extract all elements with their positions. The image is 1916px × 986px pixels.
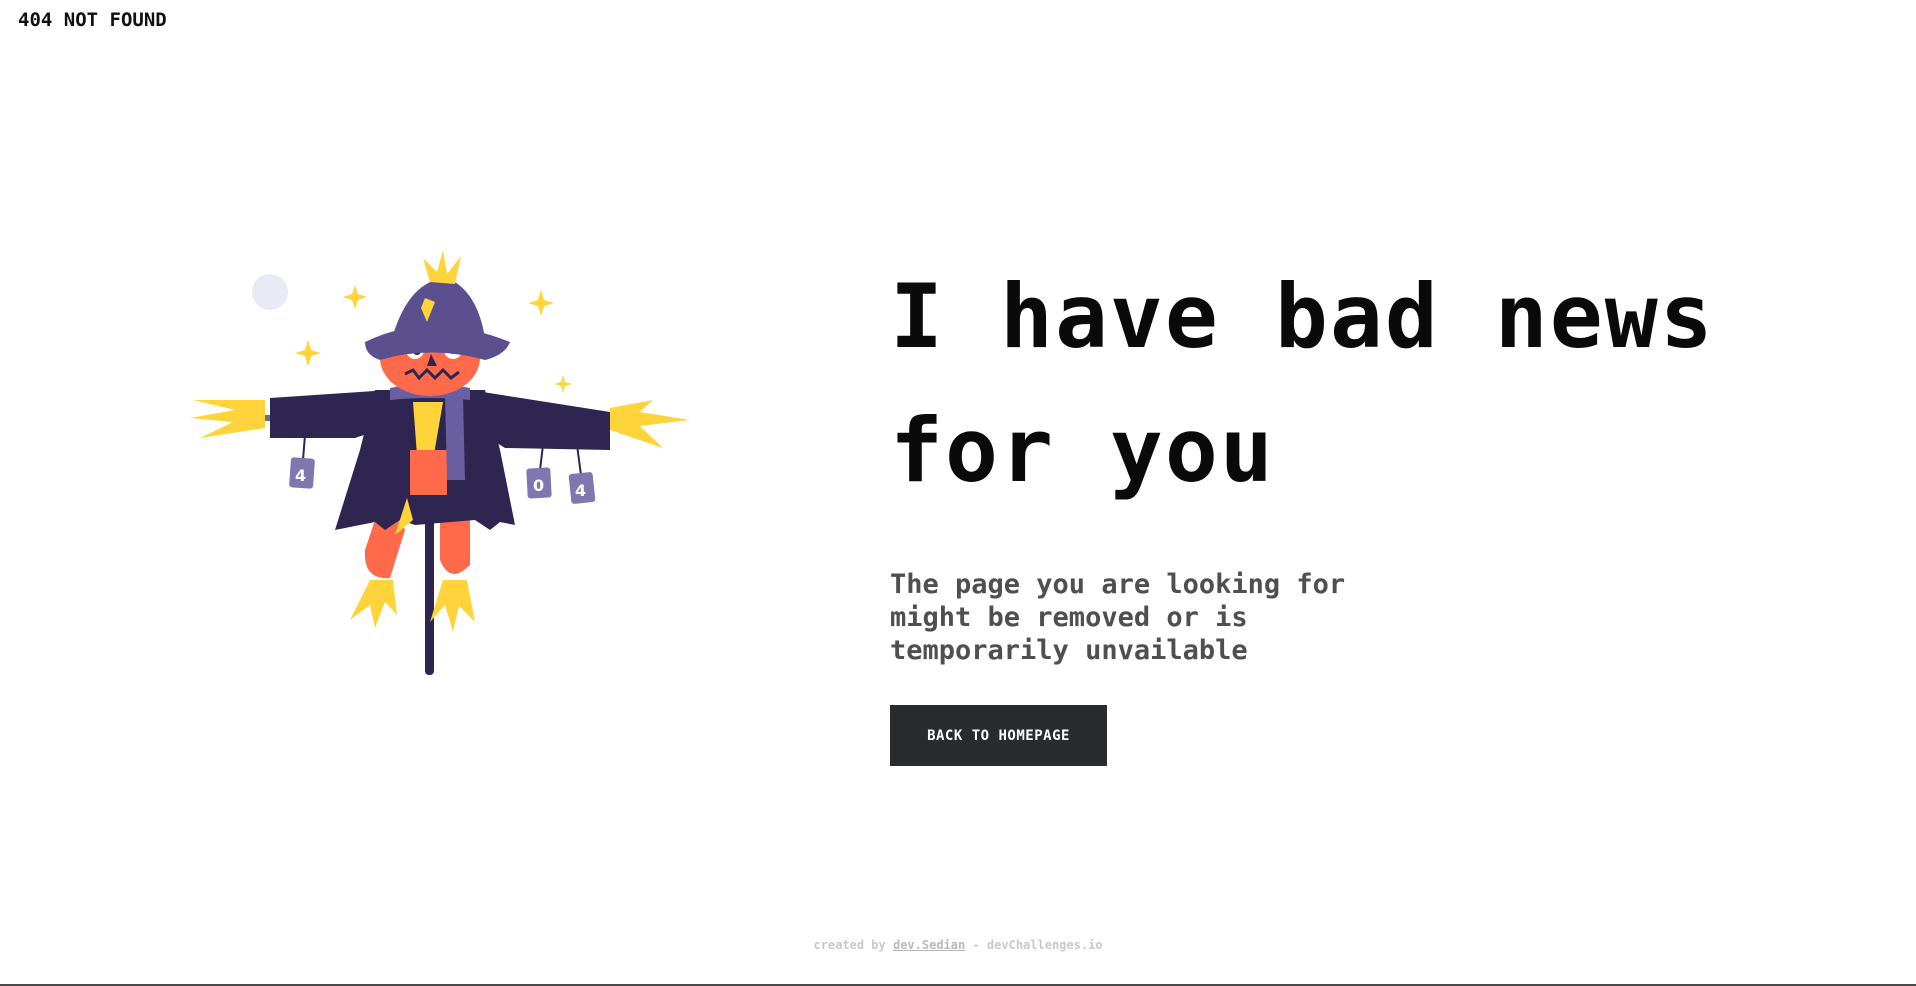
can-label: 4: [575, 481, 586, 500]
hat-crown: [393, 278, 485, 338]
can-label: 4: [295, 466, 306, 485]
description: The page you are looking for might be re…: [890, 569, 1346, 666]
headline-line-1: I have bad news: [890, 265, 1715, 368]
headline-line-2: for you: [890, 399, 1275, 502]
author-link[interactable]: dev.Sedian: [893, 938, 965, 952]
footer-prefix: created by: [813, 938, 886, 952]
footer-separator: -: [972, 938, 980, 952]
right-straw-hand: [610, 400, 690, 448]
moon-icon: [252, 274, 288, 310]
left-straw-foot: [350, 580, 397, 628]
right-straw-foot: [430, 580, 475, 632]
sparkle-icon: [343, 285, 367, 309]
headline: I have bad news for you: [890, 250, 1790, 518]
site-logo[interactable]: 404 NOT FOUND: [18, 9, 167, 31]
can-label: 0: [533, 476, 544, 495]
footer-site: devChallenges.io: [986, 938, 1103, 952]
scarecrow-illustration: 4 0 4: [190, 250, 690, 675]
torso: [410, 450, 447, 495]
left-straw-hand: [190, 400, 265, 438]
back-to-homepage-button[interactable]: BACK TO HOMEPAGE: [890, 705, 1107, 766]
footer: created by dev.Sedian - devChallenges.io: [0, 938, 1916, 952]
sparkle-icon: [554, 375, 572, 393]
page: 404 NOT FOUND 4 0 4 I have bad news for …: [0, 0, 1916, 986]
scarf-tail: [445, 396, 465, 480]
hat-straw: [423, 250, 461, 284]
sparkle-icon: [295, 340, 321, 366]
sparkle-icon: [528, 290, 554, 316]
